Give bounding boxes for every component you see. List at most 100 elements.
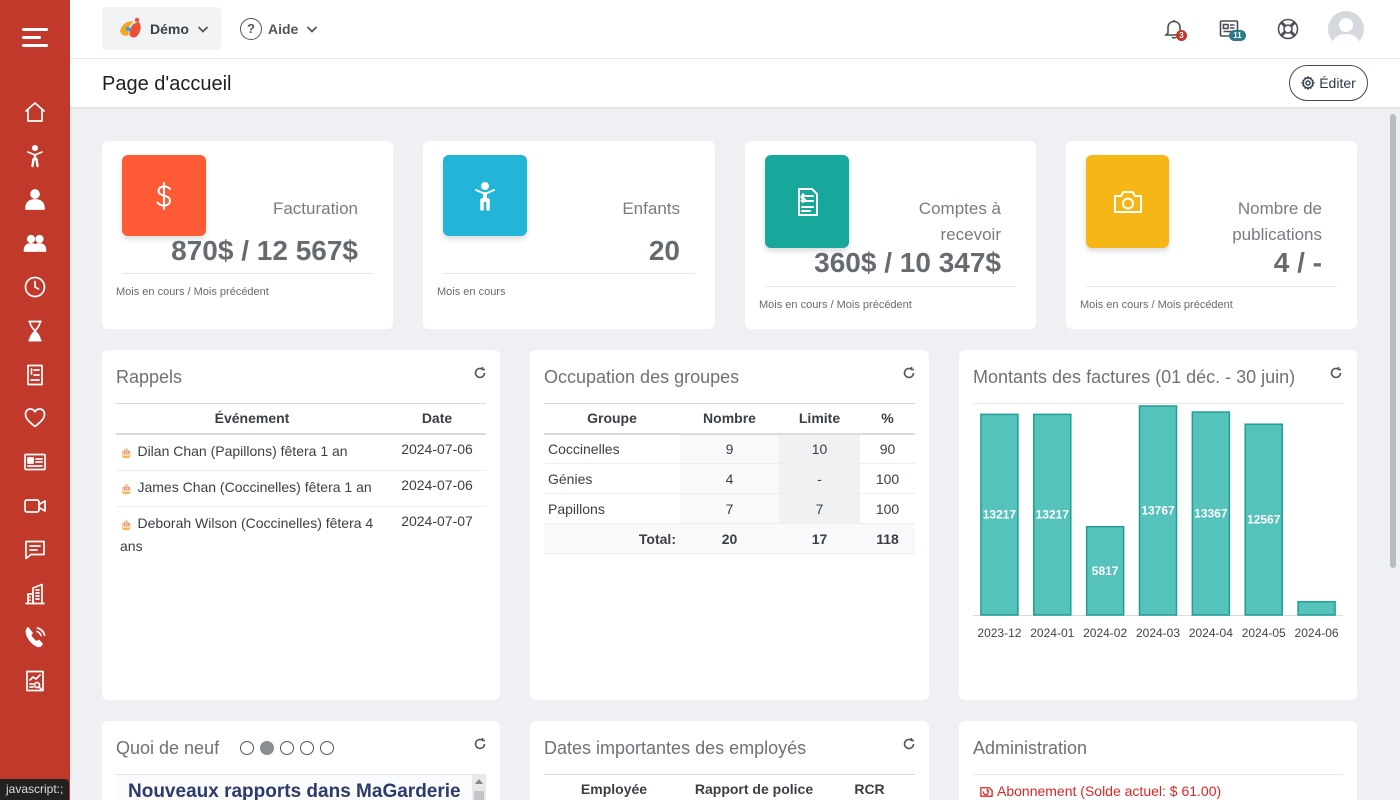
subscription-icon (980, 786, 993, 797)
divider (765, 286, 1016, 287)
event-cell: 🎂 Deborah Wilson (Coccinelles) fêtera 4 a… (116, 506, 388, 563)
stat-card-billing[interactable]: Facturation 870$ / 12 567$ Mois en cours… (102, 141, 393, 329)
help-menu[interactable]: ? Aide (240, 7, 318, 50)
refresh-icon (474, 738, 486, 750)
stat-card-children[interactable]: Enfants 20 Mois en cours (423, 141, 715, 329)
table-cell: - (779, 463, 860, 494)
stat-icon-box (443, 155, 527, 236)
event-text: Deborah Wilson (Coccinelles) fêtera 4 an… (120, 514, 374, 554)
sidebar-item-home[interactable] (0, 90, 70, 134)
refresh-button[interactable] (1329, 366, 1343, 380)
lifebuoy-icon (1277, 18, 1299, 40)
report-icon (26, 670, 44, 692)
refresh-icon (903, 367, 915, 379)
organization-label: Démo (150, 20, 189, 37)
table-row: Coccinelles 9 10 90 (544, 433, 915, 464)
sidebar-item-cards[interactable] (0, 440, 70, 484)
table-row: Papillons 7 7 100 (544, 493, 915, 524)
refresh-button[interactable] (473, 737, 487, 751)
page-scrollbar[interactable] (1390, 114, 1396, 568)
event-text: James Chan (Coccinelles) fêtera 1 an (137, 478, 372, 495)
help-icon: ? (240, 17, 262, 40)
sidebar-item-attendance[interactable] (0, 265, 70, 309)
stat-title-line: publications (1232, 225, 1322, 244)
table-cell: 7 (779, 493, 860, 524)
sidebar-item-health[interactable] (0, 397, 70, 441)
divider (443, 273, 695, 274)
invoices-bar-chart: 13217 2023-12 13217 2024-01 5817 2024-02 13767… (973, 405, 1343, 640)
sidebar-item-staff[interactable] (0, 178, 70, 222)
refresh-button[interactable] (902, 737, 916, 751)
table-row: 🎂 James Chan (Coccinelles) fêtera 1 an 202… (116, 470, 486, 507)
stat-title: Comptes à recevoir (919, 196, 1001, 248)
column-header: Employée (544, 774, 684, 800)
page-header: Page d'accueil Éditer (70, 59, 1400, 108)
subscription-label: Abonnement (Solde actuel: $ 61.00) (997, 783, 1222, 799)
child-icon (27, 144, 43, 167)
organization-selector[interactable]: Démo (102, 7, 221, 50)
stat-card-publications[interactable]: Nombre de publications 4 / - Mois en cou… (1066, 141, 1357, 329)
sidebar-item-parents[interactable] (0, 221, 70, 265)
edit-button[interactable]: Éditer (1289, 65, 1368, 101)
table-row: Génies 4-100 (544, 463, 915, 494)
occupancy-table: Groupe Nombre Limite % Coccinelles 9 10 90 G… (544, 403, 915, 554)
page-title: Page d'accueil (102, 73, 232, 95)
divider (122, 273, 373, 274)
carousel-dot[interactable] (280, 741, 294, 755)
stat-footer: Mois en cours (437, 286, 506, 298)
support-button[interactable] (1276, 17, 1300, 41)
carousel-dot[interactable] (320, 741, 334, 755)
chevron-down-icon (307, 25, 318, 33)
sidebar-item-messages[interactable] (0, 528, 70, 572)
bar-2024-06[interactable] (1297, 601, 1336, 616)
news-scrollbar[interactable] (472, 775, 486, 800)
stat-card-receivables[interactable]: Comptes à recevoir 360$ / 10 347$ Mois e… (745, 141, 1036, 329)
refresh-icon (903, 738, 915, 750)
child-icon (475, 181, 495, 211)
x-tick-label: 2024-04 (1189, 626, 1233, 640)
carousel-dot[interactable] (240, 741, 254, 755)
sidebar-item-children[interactable] (0, 134, 70, 178)
notifications-button[interactable]: 3 (1162, 17, 1187, 41)
logo-icon (120, 17, 141, 38)
messages-button[interactable]: 11 (1218, 17, 1246, 41)
news-headline: Nouveaux rapports dans MaGarderie (128, 781, 461, 800)
sidebar-item-buildings[interactable] (0, 572, 70, 616)
id-card-icon (24, 453, 46, 471)
column-header: Rapport de police (684, 774, 824, 800)
employees-table: Employée Rapport de police RCR (544, 774, 915, 800)
carousel-dot[interactable] (300, 741, 314, 755)
widget-title: Quoi de neuf (116, 738, 220, 758)
column-header: % (860, 403, 915, 435)
sidebar-item-reports[interactable] (0, 659, 70, 703)
users-icon (25, 189, 45, 211)
clock-icon (24, 276, 46, 298)
stat-title: Enfants (622, 199, 680, 218)
table-cell: 100 (860, 463, 915, 494)
sidebar-item-billing[interactable] (0, 353, 70, 397)
sidebar-item-contact[interactable] (0, 616, 70, 660)
news-frame: Nouveaux rapports dans MaGarderie (116, 774, 486, 800)
home-icon (25, 102, 45, 122)
stat-title-line: recevoir (940, 225, 1001, 244)
messages-badge: 11 (1229, 30, 1246, 41)
carousel-dot[interactable] (260, 741, 274, 755)
table-cell: Papillons (544, 493, 680, 524)
stat-icon-box (1086, 155, 1169, 248)
column-header: RCR (824, 774, 915, 800)
sidebar-item-schedule[interactable] (0, 309, 70, 353)
subscription-link[interactable]: Abonnement (Solde actuel: $ 61.00) (979, 783, 1221, 799)
stat-value: 360$ / 10 347$ (814, 247, 1001, 278)
x-tick-label: 2024-02 (1083, 626, 1127, 640)
chevron-down-icon (197, 25, 209, 33)
refresh-button[interactable] (473, 366, 487, 380)
stat-value: 870$ / 12 567$ (171, 235, 358, 266)
avatar[interactable] (1328, 11, 1364, 47)
table-cell: Génies (544, 463, 680, 494)
user-avatar-icon (1332, 18, 1360, 47)
stat-title: Facturation (272, 199, 358, 218)
date-cell: 2024-07-07 (401, 512, 473, 529)
refresh-button[interactable] (902, 366, 916, 380)
sidebar-item-video[interactable] (0, 484, 70, 528)
menu-toggle-icon[interactable] (22, 26, 48, 48)
